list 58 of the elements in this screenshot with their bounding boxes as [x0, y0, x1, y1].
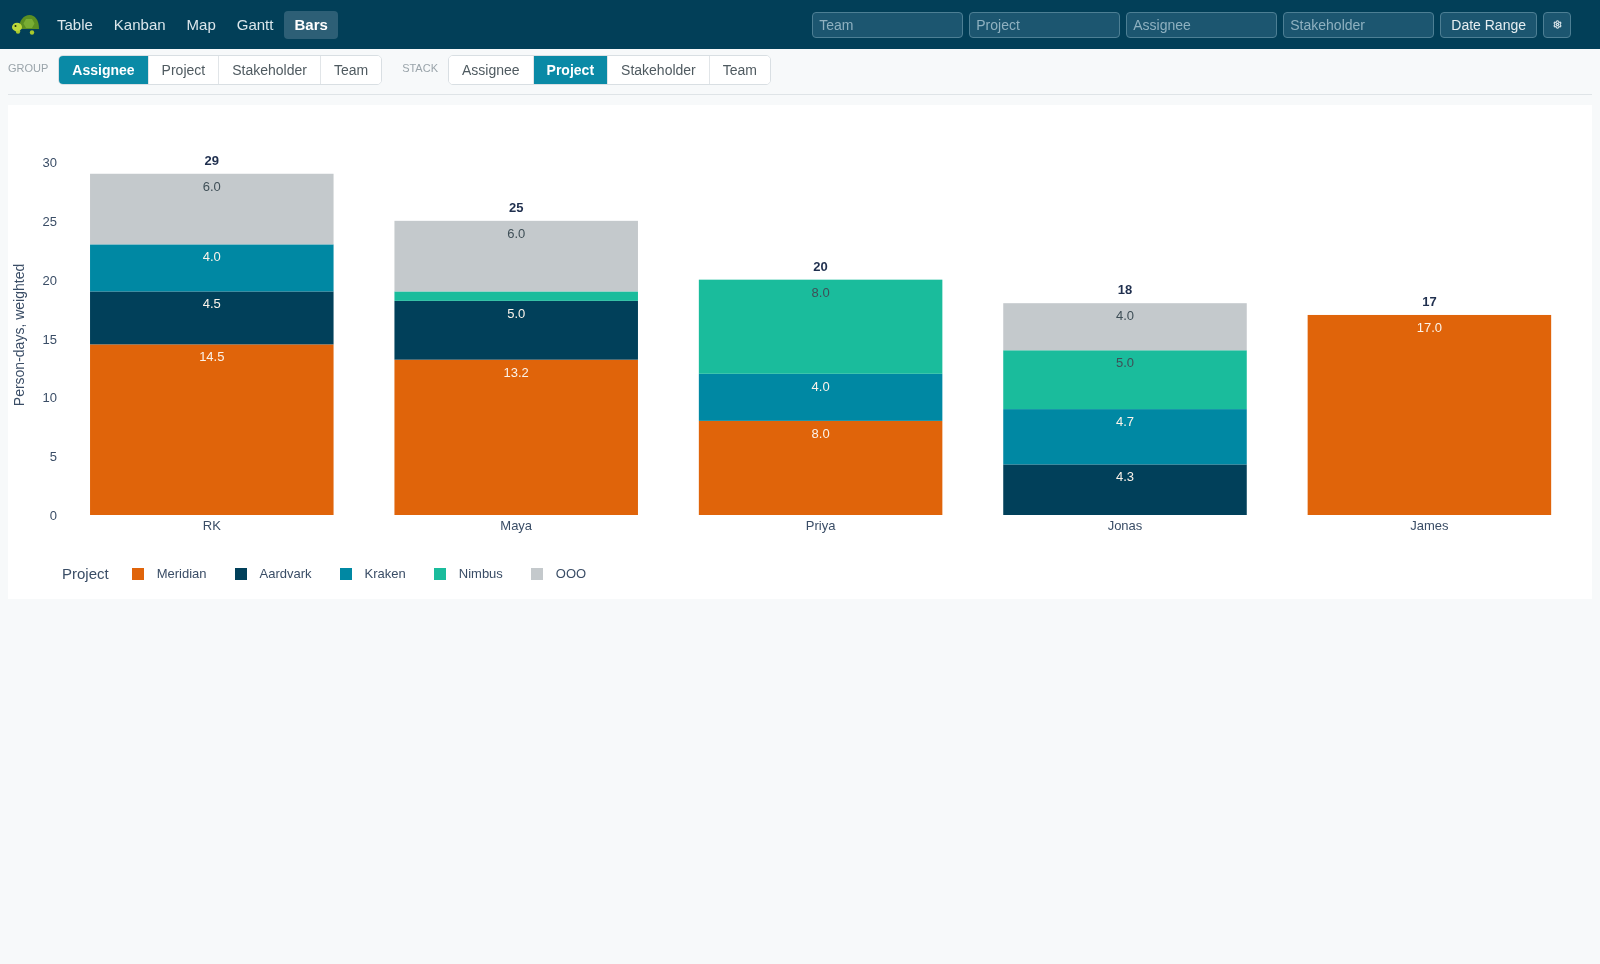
bar-total-label: 18 — [1117, 282, 1133, 298]
bar-value-label: 5.0 — [507, 305, 526, 321]
bar-value-label: 4.0 — [202, 249, 221, 265]
control-label: STACK — [402, 61, 438, 77]
turtle-icon — [12, 13, 39, 36]
filter-input[interactable]: Team — [812, 11, 964, 38]
filter-input[interactable]: Project — [969, 11, 1121, 38]
axis-title: Person-days, weighted — [11, 263, 27, 407]
nav-tab[interactable]: Kanban — [103, 10, 176, 39]
nav-tab[interactable]: Map — [176, 10, 226, 39]
segment-option[interactable]: Team — [708, 56, 770, 84]
legend-label: Meridian — [156, 565, 207, 584]
bar-value-label: 13.2 — [503, 364, 529, 380]
bar-value-label: 17.0 — [1416, 319, 1443, 335]
axis-tick-label: 20 — [42, 272, 57, 288]
legend-label: Nimbus — [458, 565, 503, 584]
bar-value-label: 4.0 — [1115, 308, 1135, 324]
bar-value-label: 4.0 — [811, 378, 830, 394]
axis-category-label: Maya — [500, 518, 533, 533]
axis-category-label: Jonas — [1107, 518, 1143, 533]
bar-total-label: 20 — [813, 258, 828, 274]
segment-option[interactable]: Team — [319, 56, 382, 84]
segment-option[interactable]: Project — [532, 56, 608, 84]
nav-tab[interactable]: Bars — [284, 10, 338, 39]
bar-value-label: 4.5 — [202, 296, 221, 312]
axis-category-label: RK — [202, 518, 221, 533]
bar-value-label: 14.5 — [199, 349, 225, 365]
control-label: GROUP — [8, 61, 49, 77]
axis-tick-label: 25 — [42, 213, 57, 229]
bar-total-label: 17 — [1422, 293, 1437, 309]
bar-value-label: 5.0 — [1115, 355, 1135, 371]
axis-tick-label: 15 — [42, 331, 57, 347]
legend-label: Aardvark — [259, 565, 312, 584]
filter-input[interactable]: Assignee — [1126, 11, 1278, 38]
axis-category-label: Priya — [805, 518, 836, 533]
settings-button[interactable] — [1543, 11, 1571, 38]
filter-input[interactable]: Stakeholder — [1283, 11, 1435, 38]
bar-value-label: 8.0 — [811, 425, 830, 441]
bar-value-label: 6.0 — [507, 225, 526, 241]
segment-option[interactable]: Assignee — [59, 56, 148, 84]
legend-label: OOO — [555, 565, 587, 584]
axis-category-label: James — [1410, 518, 1449, 533]
legend-label: Kraken — [364, 565, 406, 584]
axis-tick-label: 0 — [49, 508, 57, 523]
nav-tab[interactable]: Table — [47, 10, 103, 39]
settings-icon — [1552, 20, 1562, 29]
axis-tick-label: 10 — [42, 390, 57, 406]
bar-total-label: 29 — [204, 152, 220, 168]
bar-value-label: 4.7 — [1115, 414, 1135, 430]
bar-value-label: 6.0 — [202, 178, 221, 194]
legend-title: Project — [62, 563, 109, 584]
bar-total-label: 25 — [508, 199, 524, 215]
bar-value-label: 4.3 — [1115, 469, 1135, 485]
date-range-button[interactable]: Date Range — [1440, 11, 1537, 38]
bar-value-label: 8.0 — [811, 284, 830, 300]
nav-tab[interactable]: Gantt — [226, 10, 284, 39]
axis-tick-label: 5 — [49, 449, 57, 465]
axis-tick-label: 30 — [42, 155, 57, 170]
